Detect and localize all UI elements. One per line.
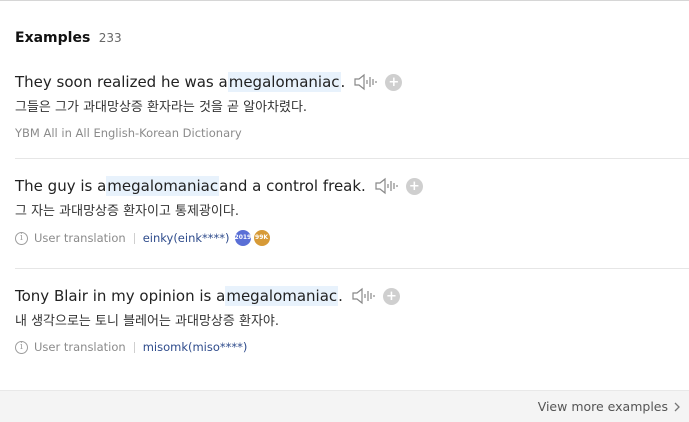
add-to-wordbook-button[interactable]: +	[382, 287, 400, 305]
examples-title: Examples	[15, 30, 91, 46]
highlighted-keyword: megalomaniac	[227, 72, 341, 92]
example-item: They soon realized he was a megalomaniac…	[15, 72, 689, 140]
sentence-text: The guy is a	[15, 177, 107, 195]
year-badge: 2019	[234, 230, 251, 246]
user-translation-label: User translation	[34, 231, 126, 245]
example-source: YBM All in All English-Korean Dictionary	[15, 126, 689, 140]
speaker-icon[interactable]	[353, 73, 377, 91]
examples-count: 233	[98, 31, 122, 45]
example-sentence: The guy is a megalomaniac and a control …	[15, 176, 689, 196]
view-more-label: View more examples	[537, 399, 668, 414]
example-sentence: Tony Blair in my opinion is a megalomani…	[15, 286, 689, 306]
translator-username-link[interactable]: einky(eink****)	[143, 231, 230, 245]
examples-footer: View more examples	[0, 390, 689, 422]
example-divider	[15, 268, 689, 269]
example-divider	[15, 158, 689, 159]
examples-header: Examples 233	[15, 30, 122, 46]
example-source: i User translation einky(eink****) 2019 …	[15, 230, 689, 246]
speaker-icon[interactable]	[351, 287, 375, 305]
example-item: Tony Blair in my opinion is a megalomani…	[15, 286, 689, 354]
example-item: The guy is a megalomaniac and a control …	[15, 176, 689, 246]
sentence-text: They soon realized he was a	[15, 73, 228, 91]
add-to-wordbook-button[interactable]: +	[385, 73, 403, 91]
separator	[133, 232, 135, 244]
example-translation: 내 생각으로는 토니 블레어는 과대망상증 환자야.	[15, 314, 279, 329]
example-translation: 그들은 그가 과대망상증 환자라는 것을 곧 알아차렸다.	[15, 100, 308, 115]
sentence-text: and a control freak.	[219, 177, 366, 195]
highlighted-keyword: megalomaniac	[225, 286, 339, 306]
example-sentence: They soon realized he was a megalomaniac…	[15, 72, 689, 92]
example-source: i User translation misomk(miso****)	[15, 340, 689, 354]
dictionary-source[interactable]: YBM All in All English-Korean Dictionary	[15, 126, 242, 140]
chevron-right-icon	[674, 402, 680, 411]
top-divider	[0, 0, 689, 1]
add-to-wordbook-button[interactable]: +	[405, 177, 423, 195]
sentence-text: .	[338, 287, 343, 305]
translator-username-link[interactable]: misomk(miso****)	[143, 340, 248, 354]
sentence-text: .	[340, 73, 346, 91]
points-badge: 99K	[253, 230, 270, 246]
info-icon[interactable]: i	[15, 231, 28, 245]
view-more-examples-link[interactable]: View more examples	[538, 399, 681, 414]
user-translation-label: User translation	[34, 340, 126, 354]
info-icon[interactable]: i	[15, 340, 28, 354]
separator	[133, 341, 135, 353]
example-translation: 그 자는 과대망상증 환자이고 통제광이다.	[15, 204, 239, 219]
highlighted-keyword: megalomaniac	[106, 176, 220, 196]
speaker-icon[interactable]	[374, 177, 398, 195]
sentence-text: Tony Blair in my opinion is a	[15, 287, 226, 305]
